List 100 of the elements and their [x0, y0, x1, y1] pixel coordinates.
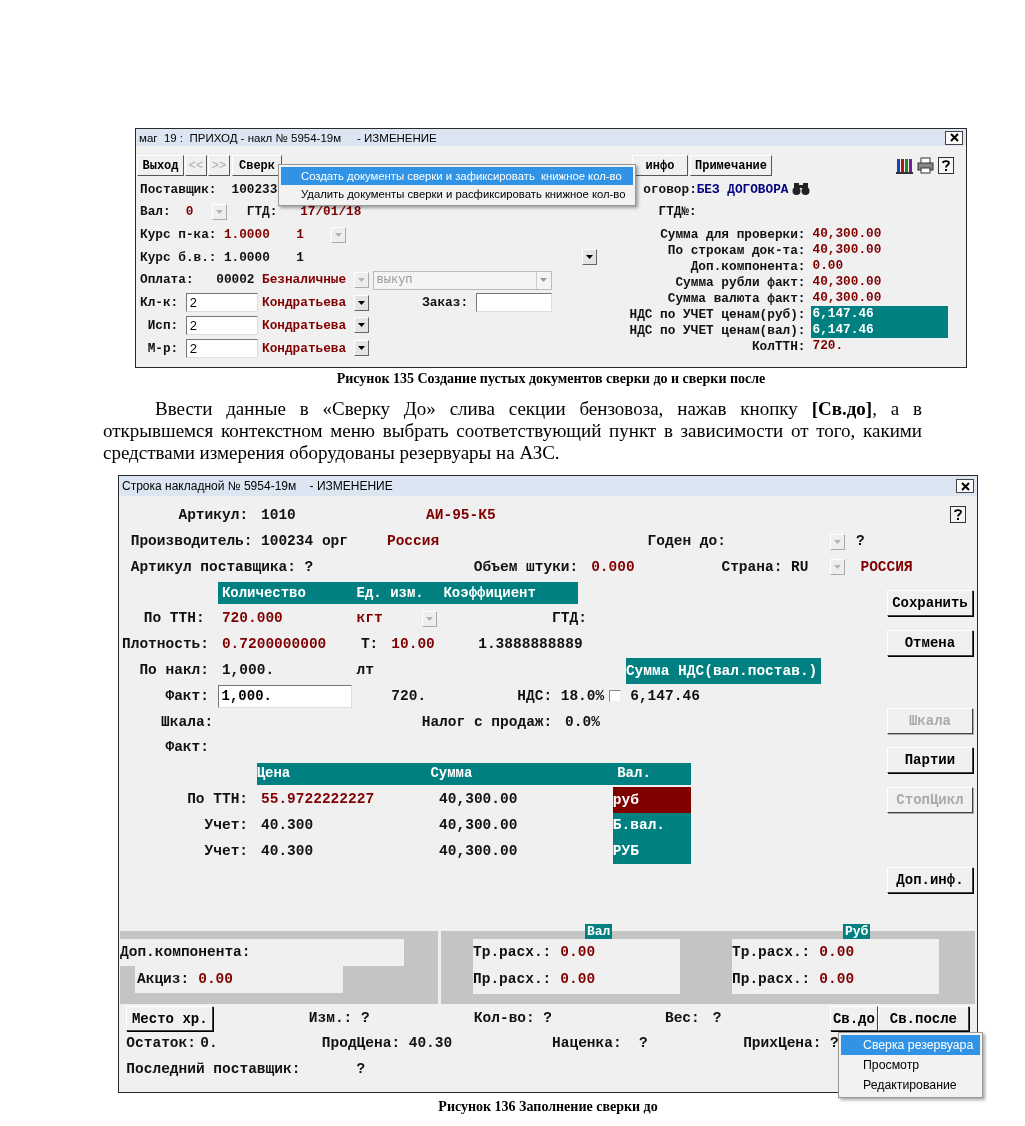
field-label: Страна: — [721, 558, 784, 577]
total-label: Сумма валюта факт: — [666, 290, 806, 306]
menu-item[interactable]: Редактирование — [841, 1075, 980, 1095]
field-value: 40.30 — [408, 1035, 454, 1053]
field-value: 1.3888888889 — [478, 636, 584, 654]
field-value: ? — [830, 1035, 840, 1053]
field-label: Плотность: — [122, 636, 210, 654]
column-header: Количество — [221, 584, 307, 602]
field-value: 0.00 — [819, 943, 855, 962]
total-label: НДС по УЧЕТ ценам(вал): — [628, 322, 806, 338]
field-value: ? — [856, 533, 866, 551]
total-value: 6,147.46 — [810, 306, 948, 323]
window-title: маг 19 : ПРИХОД - накл № 5954-19м - ИЗМЕНЕНИЕ — [139, 131, 437, 144]
column-header: Цена — [256, 765, 292, 783]
action-button[interactable]: Партии — [886, 747, 973, 773]
paragraph: Ввести данные в «Сверку До» слива секции бензовоза, нажав кнопку [Св.до], а в открывшемся контекстном меню выбрать соответствующий пункт в зависимости от того, какими средствами измерения оборудованы резервуары на АЗС. — [103, 398, 922, 464]
field-value: Кондратьева — [262, 317, 348, 334]
dropdown-button[interactable] — [582, 249, 598, 266]
caret-icon — [357, 300, 365, 305]
field-label: Курс б.в.: — [140, 249, 218, 266]
action-button[interactable]: Св.после — [877, 1006, 970, 1031]
field-label: Пр.расх.: — [732, 971, 811, 989]
field-value: 0.00 — [560, 943, 596, 962]
column-header: Ед. изм. — [356, 584, 425, 602]
field-label: Факт: — [165, 739, 210, 757]
caret-icon — [334, 232, 342, 237]
field-value: 55.9722222227 — [261, 790, 376, 809]
close-button[interactable] — [956, 479, 974, 493]
field-value: 100233 — [231, 181, 279, 197]
field-label: Т: — [360, 636, 380, 654]
action-button[interactable]: Св.до — [830, 1006, 878, 1031]
close-button[interactable] — [945, 130, 963, 145]
field-value: 00002 — [216, 272, 256, 288]
action-button[interactable]: Доп.инф. — [886, 867, 973, 893]
checkbox[interactable] — [608, 690, 621, 703]
field-label: Тр.расх.: — [732, 943, 811, 962]
input-field[interactable]: 1,000. — [217, 684, 353, 708]
field-value: 1.0000 — [223, 227, 271, 243]
field-label: Остаток: — [126, 1035, 197, 1053]
caret-icon — [216, 210, 224, 215]
total-value: 0.00 — [811, 258, 845, 275]
menu-item[interactable]: Просмотр — [841, 1055, 980, 1075]
field-label: Объем штуки: — [473, 558, 580, 577]
total-label: Доп.компонента: — [689, 258, 806, 274]
input-field[interactable]: 2 — [185, 293, 259, 313]
field-value: лт — [356, 662, 375, 680]
field-value: 1,000. — [221, 662, 276, 680]
input-field[interactable] — [475, 293, 552, 313]
toolbar-button[interactable]: инфо — [632, 155, 688, 176]
caret-icon — [540, 278, 548, 283]
toolbar-button[interactable]: Примечание — [690, 155, 772, 176]
field-label: Курс п-ка: — [140, 227, 218, 243]
field-label: Артикул поставщика: — [130, 558, 297, 577]
toolbar-button[interactable]: Сверк — [232, 155, 282, 176]
field-value: 1010 — [261, 507, 297, 525]
toolbar-button[interactable]: Выход — [137, 155, 184, 176]
total-value: 720. — [811, 338, 845, 355]
field-label: По ТТН: — [143, 610, 206, 628]
input-field[interactable]: 2 — [185, 315, 259, 335]
total-label: Сумма рубли факт: — [674, 274, 806, 290]
caret-icon — [357, 323, 365, 328]
field-label: ГТД№: — [658, 204, 698, 220]
field-label: По ТТН: — [187, 790, 250, 809]
caret-icon — [425, 617, 433, 622]
field-value: 0.00 — [560, 971, 596, 989]
figure-caption: Рисунок 135 Создание пустых документов сверки до и сверки после — [335, 370, 767, 388]
field-label: Акциз: — [137, 970, 190, 988]
books-icon — [896, 157, 913, 174]
field-label: Оплата: — [140, 272, 195, 288]
dropdown-button[interactable] — [353, 340, 369, 357]
highlighted-cell: Сумма НДС(вал.постав.) — [625, 657, 822, 684]
field-value: 0. — [200, 1035, 219, 1053]
input-field[interactable]: 2 — [185, 338, 259, 358]
menu-item[interactable]: Удалить документы сверки и расфиксировать книжное кол-во — [281, 185, 633, 203]
highlighted-cell: Б.вал. — [612, 812, 692, 839]
action-button[interactable]: Место хр. — [126, 1006, 214, 1031]
dropdown-button[interactable] — [353, 294, 369, 311]
field-value: 40,300.00 — [439, 842, 519, 860]
window-title: Строка накладной № 5954-19м - ИЗМЕНЕНИЕ — [122, 479, 393, 493]
total-value: 6,147.46 — [810, 322, 948, 339]
field-label: ГТД: — [552, 610, 588, 628]
total-label: Сумма для проверки: — [659, 226, 806, 242]
printer-icon — [917, 157, 934, 174]
field-label: По накл: — [139, 662, 210, 680]
action-button[interactable]: Сохранить — [886, 590, 973, 616]
field-value: ? — [356, 1060, 367, 1079]
field-label: ПрихЦена: — [743, 1035, 823, 1053]
total-value: 40,300.00 — [811, 290, 883, 307]
field-label: М-р: — [147, 340, 180, 356]
total-label: КолТТН: — [750, 338, 806, 354]
field-value: Россия — [386, 533, 441, 551]
column-header: Сумма — [430, 765, 474, 783]
dropdown-button[interactable] — [353, 317, 369, 334]
field-label: Пр.расх.: — [473, 971, 552, 989]
field-label: Кол-во: — [473, 1009, 536, 1028]
field-value: 40.300 — [261, 842, 315, 860]
field-label: НДС: — [517, 687, 554, 706]
close-icon — [949, 133, 959, 142]
close-icon — [960, 481, 970, 491]
action-button[interactable]: Отмена — [886, 630, 973, 656]
